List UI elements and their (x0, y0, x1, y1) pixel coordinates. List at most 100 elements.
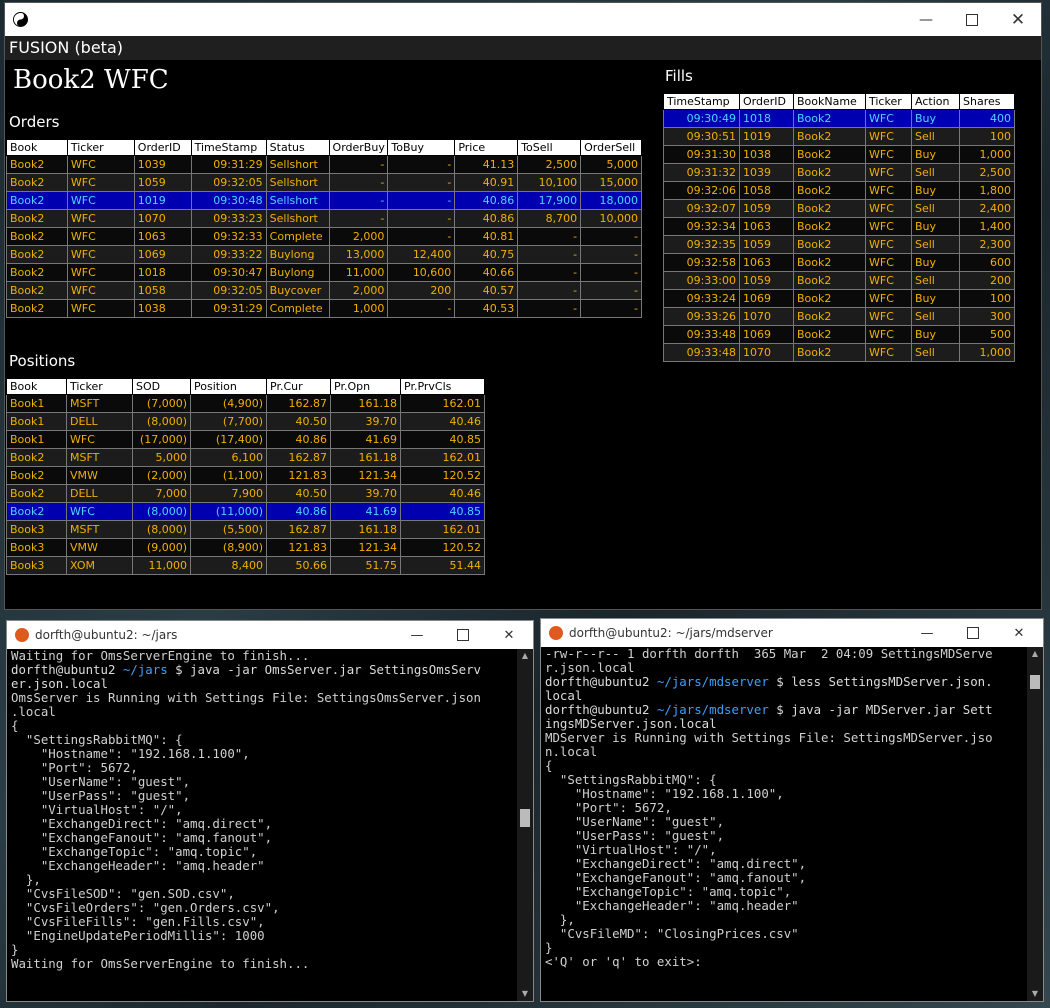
orders-row[interactable]: Book2 WFC 1059 09:32:05 Sellshort - -40.91 10,1… (6, 173, 642, 192)
scrollbar[interactable]: ▲ ▼ (1027, 647, 1043, 1001)
terminal-titlebar[interactable]: dorfth@ubuntu2: ~/jars — ✕ (7, 621, 533, 649)
orders-column-header[interactable]: OrderSell (580, 139, 642, 156)
scroll-thumb[interactable] (1030, 675, 1040, 689)
positions-row[interactable]: Book1 DELL (8,000) (7,700) 40.50 39.70 40.46 (6, 412, 485, 431)
fills-column-header[interactable]: Shares (959, 93, 1015, 110)
fills-row[interactable]: 09:30:51 1019 Book2 WFC Sell 100 (663, 127, 1015, 146)
orders-row[interactable]: Book2 WFC 1039 09:31:29 Sellshort - -41.13 2,50… (6, 155, 642, 174)
fills-row[interactable]: 09:32:07 1059 Book2 WFC Sell 2,400 (663, 199, 1015, 218)
orders-column-header[interactable]: TimeStamp (190, 139, 267, 156)
scrollbar[interactable]: ▲ ▼ (517, 649, 533, 1001)
terminal-titlebar[interactable]: dorfth@ubuntu2: ~/jars/mdserver — ✕ (541, 619, 1043, 647)
fills-cell: 09:33:24 (663, 289, 740, 308)
maximize-button[interactable] (950, 619, 996, 647)
orders-column-header[interactable]: Book (6, 139, 68, 156)
orders-column-header[interactable]: OrderBuy (328, 139, 389, 156)
positions-column-header[interactable]: Pr.Opn (330, 378, 401, 395)
fills-column-header[interactable]: Action (911, 93, 960, 110)
fills-cell: 1,800 (959, 181, 1015, 200)
positions-row[interactable]: Book2 DELL 7,000 7,900 40.50 39.70 40.46 (6, 484, 485, 503)
fills-row[interactable]: 09:33:48 1070 Book2 WFC Sell 1,000 (663, 343, 1015, 362)
fills-row[interactable]: 09:33:48 1069 Book2 WFC Buy 500 (663, 325, 1015, 344)
terminal-output[interactable]: Waiting for OmsServerEngine to finish...… (11, 649, 517, 1001)
fills-row[interactable]: 09:33:26 1070 Book2 WFC Sell 300 (663, 307, 1015, 326)
terminal-text: "UserPass": "guest", (11, 788, 191, 803)
orders-column-header[interactable]: ToBuy (387, 139, 456, 156)
positions-column-header[interactable]: Position (190, 378, 267, 395)
orders-column-header[interactable]: Ticker (66, 139, 135, 156)
fills-column-header[interactable]: TimeStamp (663, 93, 740, 110)
close-button[interactable]: ✕ (486, 621, 532, 649)
close-button[interactable]: ✕ (995, 3, 1041, 36)
positions-column-header[interactable]: Pr.Cur (266, 378, 331, 395)
fills-column-header[interactable]: OrderID (739, 93, 794, 110)
terminal-text: "SettingsRabbitMQ": { (545, 772, 717, 787)
fills-row[interactable]: 09:32:06 1058 Book2 WFC Buy 1,800 (663, 181, 1015, 200)
scroll-down-icon[interactable]: ▼ (517, 987, 533, 1001)
terminal-text: } (545, 940, 553, 955)
terminal-line: "SettingsRabbitMQ": { (545, 773, 1027, 787)
scroll-up-icon[interactable]: ▲ (1027, 647, 1043, 661)
scroll-down-icon[interactable]: ▼ (1027, 987, 1043, 1001)
fusion-titlebar[interactable]: — ✕ (5, 3, 1041, 36)
fills-column-header[interactable]: Ticker (865, 93, 912, 110)
positions-row[interactable]: Book3 MSFT (8,000) (5,500) 162.87 161.18 162.0… (6, 520, 485, 539)
positions-cell: 7,000 (132, 484, 191, 503)
fills-cell: 09:32:35 (663, 235, 740, 254)
fills-row[interactable]: 09:32:35 1059 Book2 WFC Sell 2,300 (663, 235, 1015, 254)
orders-row[interactable]: Book2 WFC 1018 09:30:47 Buylong 11,000 10,600 4… (6, 263, 642, 282)
fills-row[interactable]: 09:32:34 1063 Book2 WFC Buy 1,400 (663, 217, 1015, 236)
orders-column-header[interactable]: Price (454, 139, 519, 156)
fills-cell: Sell (911, 163, 960, 182)
orders-row[interactable]: Book2 WFC 1069 09:33:22 Buylong 13,000 12,400 4… (6, 245, 642, 264)
positions-row[interactable]: Book2 MSFT 5,000 6,100 162.87 161.18 162.01 (6, 448, 485, 467)
minimize-button[interactable]: — (903, 3, 949, 36)
orders-column-header[interactable]: Status (265, 139, 330, 156)
scroll-up-icon[interactable]: ▲ (517, 649, 533, 663)
positions-row[interactable]: Book1 WFC (17,000) (17,400) 40.86 41.69 40.85 (6, 430, 485, 449)
orders-row[interactable]: Book2 WFC 1019 09:30:48 Sellshort - -40.86 17,9… (6, 191, 642, 210)
terminal-line: { (11, 719, 517, 733)
fills-row[interactable]: 09:33:24 1069 Book2 WFC Buy 100 (663, 289, 1015, 308)
terminal-line: "UserPass": "guest", (545, 829, 1027, 843)
terminal-text: dorfth@ubuntu2 (545, 674, 657, 689)
fills-row[interactable]: 09:31:32 1039 Book2 WFC Sell 2,500 (663, 163, 1015, 182)
positions-cell: DELL (66, 412, 133, 431)
positions-cell: MSFT (66, 520, 133, 539)
orders-cell: 1039 (133, 155, 192, 174)
fills-row[interactable]: 09:32:58 1063 Book2 WFC Buy 600 (663, 253, 1015, 272)
positions-column-header[interactable]: SOD (132, 378, 191, 395)
positions-column-header[interactable]: Ticker (66, 378, 133, 395)
fills-cell: Book2 (793, 127, 866, 146)
terminal-text: OmsServer is Running with Settings File:… (11, 690, 481, 705)
terminal-output[interactable]: -rw-r--r-- 1 dorfth dorfth 365 Mar 2 04:… (545, 647, 1027, 1001)
minimize-button[interactable]: — (904, 619, 950, 647)
positions-row[interactable]: Book3 XOM 11,000 8,400 50.66 51.75 51.44 (6, 556, 485, 575)
orders-row[interactable]: Book2 WFC 1070 09:33:23 Sellshort - -40.86 8,70… (6, 209, 642, 228)
terminal-text: -rw-r--r-- 1 dorfth dorfth 365 Mar 2 04:… (545, 647, 993, 661)
maximize-button[interactable] (440, 621, 486, 649)
positions-column-header[interactable]: Book (6, 378, 67, 395)
orders-row[interactable]: Book2 WFC 1058 09:32:05 Buycover 2,000 200 40.5… (6, 281, 642, 300)
scroll-thumb[interactable] (520, 809, 530, 827)
orders-cell: Book2 (6, 155, 68, 174)
fills-column-header[interactable]: BookName (793, 93, 866, 110)
fills-row[interactable]: 09:33:00 1059 Book2 WFC Sell 200 (663, 271, 1015, 290)
positions-row[interactable]: Book3 VMW (9,000) (8,900) 121.83 121.34 120.52 (6, 538, 485, 557)
fills-row[interactable]: 09:30:49 1018 Book2 WFC Buy 400 (663, 109, 1015, 128)
positions-row[interactable]: Book1 MSFT (7,000) (4,900) 162.87 161.18 162.0… (6, 394, 485, 413)
fills-row[interactable]: 09:31:30 1038 Book2 WFC Buy 1,000 (663, 145, 1015, 164)
terminal-line: "EngineUpdatePeriodMillis": 1000 (11, 929, 517, 943)
maximize-button[interactable] (949, 3, 995, 36)
close-button[interactable]: ✕ (996, 619, 1042, 647)
positions-column-header[interactable]: Pr.PrvCls (400, 378, 485, 395)
fills-cell: 09:31:32 (663, 163, 740, 182)
positions-row[interactable]: Book2 VMW (2,000) (1,100) 121.83 121.34 120.52 (6, 466, 485, 485)
positions-row[interactable]: Book2 WFC (8,000) (11,000) 40.86 41.69 40.85 (6, 502, 485, 521)
minimize-button[interactable]: — (394, 621, 440, 649)
fills-cell: Buy (911, 253, 960, 272)
orders-row[interactable]: Book2 WFC 1063 09:32:33 Complete 2,000-40.81-… (6, 227, 642, 246)
orders-row[interactable]: Book2 WFC 1038 09:31:29 Complete 1,000-40.53-… (6, 299, 642, 318)
orders-column-header[interactable]: OrderID (133, 139, 192, 156)
orders-column-header[interactable]: ToSell (517, 139, 582, 156)
